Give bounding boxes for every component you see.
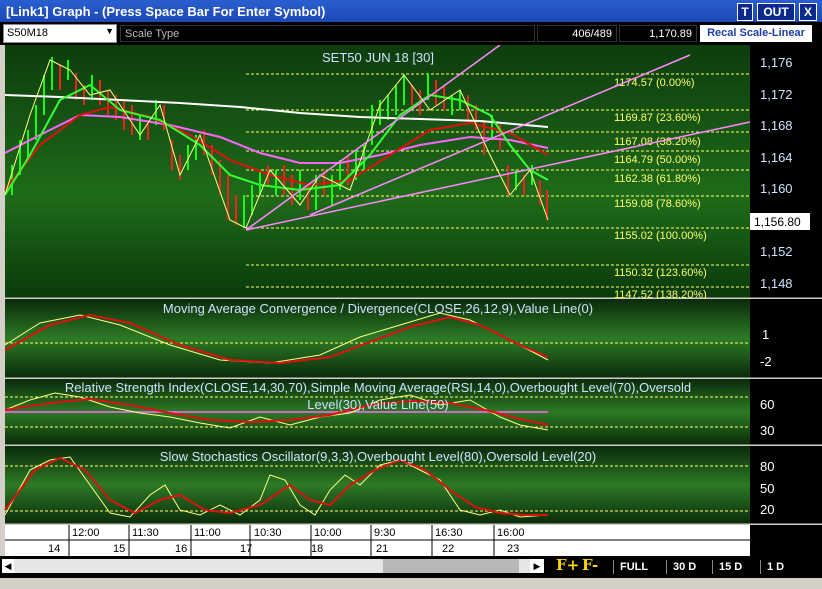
rsi-tick: 60 — [760, 397, 774, 412]
price-axis — [750, 45, 822, 298]
period-15d-button[interactable]: 15 D — [712, 560, 742, 574]
time-label: 16:00 — [497, 527, 525, 539]
time-label: 12:00 — [72, 527, 100, 539]
out-button[interactable]: OUT — [757, 3, 795, 21]
status-strip — [0, 578, 822, 589]
period-full-button[interactable]: FULL — [613, 560, 648, 574]
recal-scale-button[interactable]: Recal Scale-Linear — [700, 25, 812, 42]
day-label: 21 — [376, 543, 388, 555]
close-button[interactable]: X — [799, 3, 817, 21]
price-tick: 1,176 — [760, 55, 793, 70]
last-value: 1,170.89 — [619, 25, 697, 42]
rsi-label-line2: Level(30),Value Line(50) — [307, 397, 448, 412]
window-titlebar: [Link1] Graph - (Press Space Bar For Ent… — [0, 0, 822, 22]
stochastic-tick: 20 — [760, 502, 774, 517]
macd-tick: -2 — [760, 354, 772, 369]
zoom-in-button[interactable]: F+ — [556, 556, 579, 574]
chart-title: SET50 JUN 18 [30] — [322, 50, 434, 65]
fib-label: 1159.08 (78.60%) — [614, 198, 701, 210]
time-label: 9:30 — [374, 527, 395, 539]
stochastic-label: Slow Stochastics Oscillator(9,3,3),Overb… — [160, 449, 596, 464]
day-label: 22 — [442, 543, 454, 555]
scroll-left-icon[interactable]: ◀ — [2, 559, 14, 573]
chevron-down-icon: ▼ — [105, 26, 114, 36]
stochastic-tick: 50 — [760, 481, 774, 496]
fib-label: 1174.57 (0.00%) — [614, 77, 695, 89]
fib-label: 1164.79 (50.00%) — [614, 154, 701, 166]
chart-area: SET50 JUN 18 [30] 1174.57 (0.00%) 1169.8… — [4, 45, 822, 556]
window-title: [Link1] Graph - (Press Space Bar For Ent… — [6, 4, 326, 19]
t-button[interactable]: T — [737, 3, 753, 21]
fib-label: 1162.38 (61.80%) — [614, 173, 701, 185]
fib-label: 1155.02 (100.00%) — [614, 230, 707, 242]
day-label: 23 — [507, 543, 519, 555]
time-label: 10:00 — [314, 527, 342, 539]
price-tick: 1,172 — [760, 87, 793, 102]
day-label: 16 — [175, 543, 187, 555]
stochastic-tick: 80 — [760, 459, 774, 474]
price-tick: 1,148 — [760, 276, 793, 291]
rsi-tick: 30 — [760, 423, 774, 438]
time-label: 16:30 — [435, 527, 463, 539]
period-1d-button[interactable]: 1 D — [760, 560, 784, 574]
rsi-label-line1: Relative Strength Index(CLOSE,14,30,70),… — [65, 380, 691, 395]
scroll-right-icon[interactable]: ▶ — [530, 559, 544, 573]
scrollbar-thumb[interactable] — [383, 559, 519, 573]
period-30d-button[interactable]: 30 D — [666, 560, 696, 574]
time-label: 10:30 — [254, 527, 282, 539]
price-tick: 1,168 — [760, 118, 793, 133]
fib-label: 1169.87 (23.60%) — [614, 112, 701, 124]
macd-label: Moving Average Convergence / Divergence(… — [163, 301, 593, 316]
symbol-select[interactable]: S50M18 ▼ — [3, 24, 117, 43]
bottom-bar: ◀ ▶ F+ F- FULL 30 D 15 D 1 D — [0, 556, 822, 578]
day-label: 18 — [311, 543, 323, 555]
last-price-label: 1,156.80 — [754, 215, 801, 229]
time-label: 11:00 — [194, 527, 221, 539]
bar-count: 406/489 — [537, 25, 617, 42]
zoom-out-button[interactable]: F- — [582, 556, 598, 574]
toolbar: S50M18 ▼ Scale Type 406/489 1,170.89 Rec… — [0, 22, 822, 45]
day-label: 15 — [113, 543, 125, 555]
time-label: 11:30 — [132, 527, 159, 539]
macd-tick: 1 — [762, 327, 769, 342]
price-tick: 1,160 — [760, 181, 793, 196]
fib-label: 1150.32 (123.60%) — [614, 267, 707, 279]
price-tick: 1,164 — [760, 150, 793, 165]
day-label: 17 — [240, 543, 252, 555]
day-label: 14 — [48, 543, 60, 555]
symbol-value: S50M18 — [7, 27, 48, 39]
scale-type-label: Scale Type — [120, 25, 535, 42]
price-tick: 1,152 — [760, 244, 793, 259]
